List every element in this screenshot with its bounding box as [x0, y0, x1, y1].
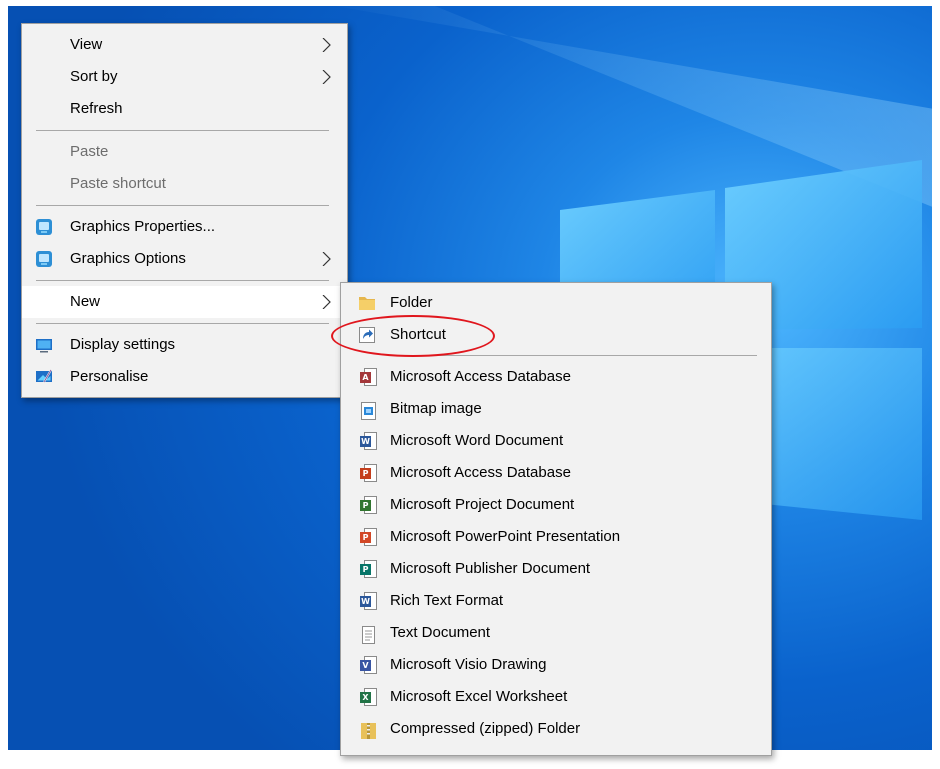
new-item-label: Microsoft Access Database: [390, 464, 571, 481]
menu-item-paste[interactable]: Paste: [22, 136, 347, 168]
menu-item-new[interactable]: New: [22, 286, 347, 318]
new-item-access[interactable]: P Microsoft Access Database: [341, 457, 771, 489]
new-item-label: Compressed (zipped) Folder: [390, 720, 581, 737]
personalise-icon: [36, 369, 52, 383]
menu-separator: [36, 130, 329, 131]
new-item-rtf[interactable]: W Rich Text Format: [341, 585, 771, 617]
new-item-text-document[interactable]: Text Document: [341, 617, 771, 649]
new-item-label: Rich Text Format: [390, 592, 504, 609]
rtf-icon: W: [360, 592, 377, 610]
word-icon: W: [360, 432, 377, 450]
monitor-icon: [36, 339, 52, 353]
menu-item-refresh[interactable]: Refresh: [22, 93, 347, 125]
menu-item-paste-shortcut[interactable]: Paste shortcut: [22, 168, 347, 200]
menu-item-paste-shortcut-label: Paste shortcut: [70, 175, 166, 192]
menu-item-graphics-properties[interactable]: Graphics Properties...: [22, 211, 347, 243]
annotation-circle-shortcut: [331, 315, 495, 357]
chevron-right-icon: [322, 252, 331, 266]
publisher-icon: P: [360, 560, 377, 578]
folder-icon: [359, 297, 375, 310]
new-item-label: Microsoft Project Document: [390, 496, 575, 513]
visio-icon: V: [360, 656, 377, 674]
access-icon: A: [360, 368, 377, 386]
new-item-zip-folder[interactable]: Compressed (zipped) Folder: [341, 713, 771, 745]
zip-folder-icon: [360, 720, 377, 739]
new-item-powerpoint[interactable]: P Microsoft PowerPoint Presentation: [341, 521, 771, 553]
menu-item-graphics-options[interactable]: Graphics Options: [22, 243, 347, 275]
menu-item-graphics-options-label: Graphics Options: [70, 250, 186, 267]
new-item-publisher[interactable]: P Microsoft Publisher Document: [341, 553, 771, 585]
project-icon: P: [360, 496, 377, 514]
menu-item-sort-by[interactable]: Sort by: [22, 61, 347, 93]
menu-separator: [36, 280, 329, 281]
menu-item-refresh-label: Refresh: [70, 100, 123, 117]
new-item-bitmap[interactable]: Bitmap image: [341, 393, 771, 425]
chevron-right-icon: [322, 70, 331, 84]
excel-icon: X: [360, 688, 377, 706]
menu-separator: [36, 323, 329, 324]
chevron-right-icon: [322, 38, 331, 52]
new-item-folder-label: Folder: [390, 294, 433, 311]
new-file-type-list: A Microsoft Access Database Bitmap image W M…: [341, 361, 771, 745]
new-item-label: Microsoft PowerPoint Presentation: [390, 528, 621, 545]
menu-item-paste-label: Paste: [70, 143, 109, 160]
new-item-label: Microsoft Excel Worksheet: [390, 688, 568, 705]
menu-item-graphics-properties-label: Graphics Properties...: [70, 218, 216, 235]
menu-item-view[interactable]: View: [22, 29, 347, 61]
new-item-label: Microsoft Word Document: [390, 432, 564, 449]
new-item-excel[interactable]: X Microsoft Excel Worksheet: [341, 681, 771, 713]
menu-item-personalise-label: Personalise: [70, 368, 149, 385]
menu-item-view-label: View: [70, 36, 103, 53]
new-item-visio[interactable]: V Microsoft Visio Drawing: [341, 649, 771, 681]
graphics-options-icon: [36, 251, 52, 267]
new-item-label: Bitmap image: [390, 400, 482, 417]
powerpoint-icon: P: [360, 528, 377, 546]
new-item-label: Microsoft Access Database: [390, 368, 571, 385]
menu-item-new-label: New: [70, 293, 101, 310]
bitmap-icon: [360, 400, 377, 420]
text-document-icon: [360, 624, 377, 644]
new-item-project[interactable]: P Microsoft Project Document: [341, 489, 771, 521]
access-icon: P: [360, 464, 377, 482]
menu-item-display-settings[interactable]: Display settings: [22, 329, 347, 361]
menu-item-display-settings-label: Display settings: [70, 336, 176, 353]
menu-separator: [36, 205, 329, 206]
new-item-word[interactable]: W Microsoft Word Document: [341, 425, 771, 457]
new-item-label: Microsoft Visio Drawing: [390, 656, 547, 673]
graphics-properties-icon: [36, 219, 52, 235]
menu-item-personalise[interactable]: Personalise: [22, 361, 347, 393]
new-item-access[interactable]: A Microsoft Access Database: [341, 361, 771, 393]
new-item-label: Text Document: [390, 624, 491, 641]
chevron-right-icon: [322, 295, 331, 309]
desktop-context-menu: View Sort by Refresh Paste Paste shortcu…: [21, 23, 348, 398]
new-item-label: Microsoft Publisher Document: [390, 560, 591, 577]
menu-item-sort-by-label: Sort by: [70, 68, 118, 85]
